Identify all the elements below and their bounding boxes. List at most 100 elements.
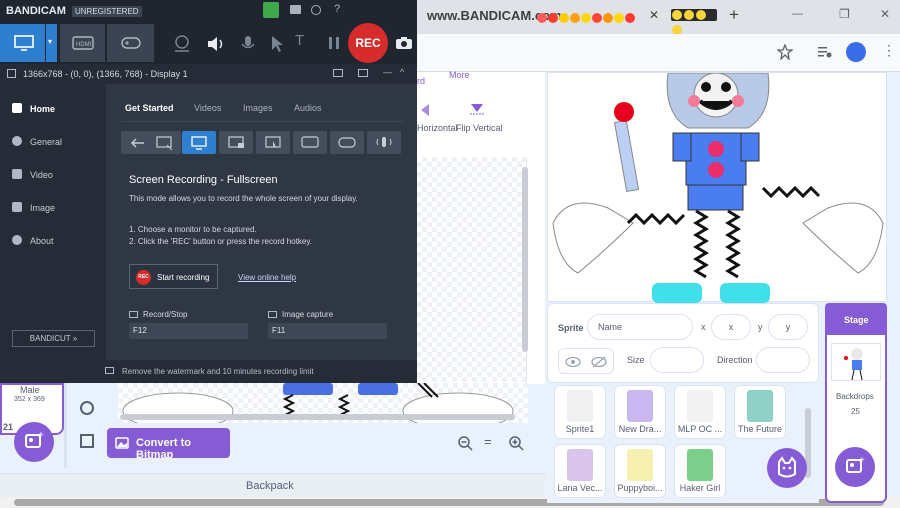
flip-horizontal-icon[interactable] [417, 102, 431, 118]
lock-icon[interactable] [263, 2, 279, 18]
around-mouse-mode[interactable] [256, 131, 290, 154]
more-menu-icon[interactable]: ⋮ [882, 42, 896, 59]
size-input[interactable] [650, 347, 704, 373]
help-icon[interactable]: ? [334, 3, 340, 15]
sprite-tile[interactable]: Haker Girl [674, 444, 726, 498]
star-icon[interactable] [777, 44, 793, 60]
rec-button[interactable]: REC [348, 23, 388, 63]
flip-horizontal-button[interactable]: Horizontal [417, 123, 458, 133]
canvas-h-scrollbar[interactable] [120, 414, 515, 420]
window-lock-mode[interactable] [219, 131, 253, 154]
collapse-icon[interactable]: ^ [400, 67, 404, 77]
sprite-tile[interactable]: Lana Vec... [554, 444, 606, 498]
bandicam-footer[interactable]: Remove the watermark and 10 minutes reco… [0, 360, 417, 383]
visibility-toggle[interactable] [558, 348, 614, 374]
stage-sprite-art [552, 72, 884, 303]
zoom-out-button[interactable] [455, 433, 475, 453]
nav-about[interactable]: About [12, 235, 102, 255]
flip-vertical-icon[interactable] [469, 102, 485, 118]
start-recording-button[interactable]: REC Start recording [129, 264, 218, 289]
tab-images[interactable]: Images [243, 103, 273, 113]
choose-sprite-button[interactable] [767, 448, 807, 488]
microphone-icon[interactable] [238, 34, 258, 54]
text-overlay-icon[interactable]: T [295, 32, 304, 49]
speaker-icon[interactable] [206, 34, 226, 54]
paint-canvas[interactable] [417, 157, 527, 382]
screen-mode-dropdown[interactable]: ▾ [46, 24, 58, 62]
restore-button[interactable]: ❐ [839, 7, 850, 21]
stage-panel[interactable]: Stage Backdrops 25 + [825, 303, 887, 503]
hdmi-device-mode[interactable] [293, 131, 327, 154]
image-icon [115, 437, 129, 449]
fullscreen-mode[interactable] [182, 131, 216, 154]
media-control-icon[interactable] [817, 44, 833, 60]
profile-avatar[interactable] [846, 42, 866, 62]
nav-home[interactable]: Home [12, 103, 102, 123]
clock-icon[interactable] [311, 5, 321, 15]
window-icon[interactable] [358, 69, 368, 77]
stage-canvas[interactable] [547, 72, 887, 303]
cursor-area-icon [265, 136, 281, 149]
eye-icon[interactable] [565, 355, 581, 369]
cursor-effect-icon[interactable] [268, 34, 288, 54]
record-stop-hotkey[interactable]: F12 [129, 323, 248, 339]
screen-mode-button[interactable] [0, 24, 46, 62]
camera-icon[interactable] [395, 35, 413, 51]
game-mode-button[interactable] [107, 24, 155, 62]
chevron-down-icon: ▾ [48, 37, 53, 46]
game-recording-mode[interactable] [330, 131, 364, 154]
direction-input[interactable] [756, 347, 810, 373]
convert-to-bitmap-button[interactable]: Convert to Bitmap [107, 428, 230, 461]
sprite-name-input[interactable]: Name [587, 314, 693, 340]
tab-audios[interactable]: Audios [294, 103, 322, 113]
bandicam-titlebar: BANDICAM UNREGISTERED ? [0, 0, 417, 22]
nav-video[interactable]: Video [12, 169, 102, 189]
eye-hidden-icon[interactable] [591, 355, 607, 369]
tab-get-started[interactable]: Get Started [125, 103, 174, 113]
sprite-tile-label: Sprite1 [565, 424, 595, 434]
backdrop-thumbnail[interactable] [831, 343, 881, 381]
zoom-in-button[interactable] [506, 433, 526, 453]
sprite-tile[interactable]: Puppyboi... [614, 444, 666, 498]
sprite-tile[interactable]: The Future [734, 385, 786, 439]
folder-icon[interactable] [290, 5, 301, 14]
zoom-reset-button[interactable]: = [484, 434, 492, 449]
tab-favicon-strip [671, 9, 717, 35]
canvas-scrollbar[interactable] [522, 167, 528, 352]
capture-area-icon [7, 69, 16, 78]
close-window-button[interactable]: ✕ [880, 7, 890, 21]
new-tab-button[interactable]: + [729, 5, 739, 25]
hdmi-mode-button[interactable]: HDMI [60, 24, 106, 62]
nav-image[interactable]: Image [12, 202, 102, 222]
gamepad-icon [121, 37, 141, 49]
choose-costume-button[interactable]: + [14, 422, 54, 462]
minimize-icon[interactable]: — [383, 67, 392, 77]
tab-close-button[interactable]: ✕ [649, 8, 659, 22]
rec-icon: REC [136, 270, 151, 285]
video-icon[interactable] [333, 69, 343, 77]
pause-icon[interactable] [326, 35, 342, 51]
sprite-tile[interactable]: New Dra... [614, 385, 666, 439]
x-input[interactable]: x [711, 314, 751, 340]
sprite-tile[interactable]: Sprite1 [554, 385, 606, 439]
bandicut-button[interactable]: BANDICUT » [12, 330, 95, 347]
rectangle-tool-icon[interactable] [80, 434, 94, 448]
online-help-link[interactable]: View online help [238, 273, 296, 282]
sprite-tile[interactable]: MLP OC ... [674, 385, 726, 439]
y-input[interactable]: y [768, 314, 808, 340]
audio-only-mode[interactable] [367, 131, 401, 154]
circle-tool-icon[interactable] [80, 401, 94, 415]
rectangle-area-mode[interactable] [147, 131, 181, 154]
backpack-bar[interactable]: Backpack [0, 473, 545, 497]
tab-videos[interactable]: Videos [194, 103, 221, 113]
nav-general[interactable]: General [12, 136, 102, 156]
choose-backdrop-button[interactable]: + [835, 447, 875, 487]
image-capture-hotkey[interactable]: F11 [268, 323, 387, 339]
hdmi-icon: HDMI [72, 36, 94, 50]
flip-vertical-button[interactable]: Flip Vertical [456, 123, 503, 133]
minimize-button[interactable]: — [792, 8, 803, 20]
zoom-out-icon [458, 436, 473, 451]
webcam-off-icon[interactable] [172, 34, 192, 54]
tab-strip: www.BANDICAM.com ✕ + — ❐ ✕ [417, 0, 900, 35]
add-image-icon: + [25, 430, 44, 448]
